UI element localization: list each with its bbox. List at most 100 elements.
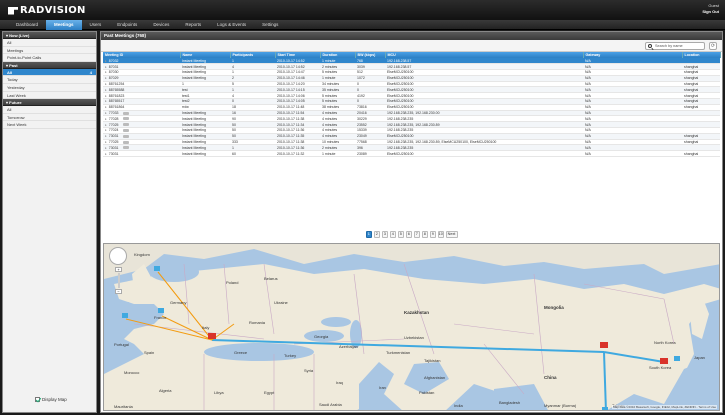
expand-icon[interactable]: ▸ <box>105 76 107 80</box>
expand-icon[interactable]: ▸ <box>105 117 107 121</box>
expand-icon[interactable]: ▸ <box>105 152 107 156</box>
search-placeholder: Search by name <box>655 44 683 48</box>
expand-icon[interactable]: ▸ <box>105 105 107 109</box>
zoom-in-button[interactable]: + <box>115 267 122 272</box>
sidebar-item-future-tomorrow[interactable]: Tomorrow <box>3 114 96 122</box>
meeting-id: 77028 <box>108 116 119 121</box>
sidebar-section-future[interactable]: ▾ Future <box>3 99 96 107</box>
logo-icon <box>8 6 18 15</box>
tab-dashboard[interactable]: Dashboard <box>8 20 46 30</box>
zoom-out-button[interactable]: − <box>115 289 122 294</box>
table-cell: 1 minute <box>320 150 355 158</box>
tab-users[interactable]: Users <box>82 20 110 30</box>
tab-reports[interactable]: Reports <box>177 20 209 30</box>
map-label-france: France <box>154 315 167 320</box>
table-cell: ▸ 73031 <box>103 150 180 158</box>
sidebar-item-future-nextweek[interactable]: Next Week <box>3 121 96 129</box>
expand-icon[interactable]: ▸ <box>105 140 107 144</box>
refresh-button[interactable]: ⟳ <box>709 42 717 50</box>
expand-icon[interactable]: ▸ <box>105 59 107 63</box>
zoom-slider[interactable] <box>118 273 120 288</box>
map-canvas: Poland Belarus Germany Ukraine France Ro… <box>104 244 719 410</box>
map-label-morocco: Morocco <box>124 370 140 375</box>
expand-icon[interactable]: ▸ <box>105 134 107 138</box>
tab-logs-events[interactable]: Logs & Events <box>209 20 254 30</box>
table-cell: 23089 <box>355 150 385 158</box>
pan-control-icon[interactable] <box>109 247 127 265</box>
recording-icon <box>122 117 129 121</box>
map-label-mongolia: Mongolia <box>544 305 564 310</box>
tab-devices[interactable]: Devices <box>145 20 177 30</box>
page-button[interactable]: 4 <box>389 231 396 238</box>
map-label-greece: Greece <box>234 350 248 355</box>
app-window: RADVISION Guest Sign Out Dashboard Meeti… <box>0 0 725 415</box>
meeting-id: 77033 <box>108 111 119 116</box>
map-label-kazakhstan: Kazakhstan <box>404 310 429 315</box>
next-page-button[interactable]: Next <box>445 231 458 238</box>
sidebar-item-past-yesterday[interactable]: Yesterday <box>3 84 96 92</box>
page-button[interactable]: 8 <box>421 231 428 238</box>
meeting-id: 77024 <box>108 128 119 133</box>
map-label-mauritania: Mauritania <box>114 404 133 409</box>
expand-icon[interactable]: ▸ <box>105 128 107 132</box>
table-cell: 2010-10-17 11:32 <box>275 150 320 158</box>
expand-icon[interactable]: ▸ <box>105 82 107 86</box>
sidebar-item-now-p2p[interactable]: Point-to-Point Calls <box>3 54 96 62</box>
map-label-germany: Germany <box>170 300 186 305</box>
sidebar-section-past[interactable]: ▾ Past <box>3 61 96 69</box>
search-icon <box>648 44 652 48</box>
expand-icon[interactable]: ▸ <box>105 88 107 92</box>
map-copyright: Map data ©2010 Basarsoft, Google, INEGI,… <box>611 405 717 409</box>
sidebar-item-now-meetings[interactable]: Meetings <box>3 47 96 55</box>
checkbox-icon[interactable] <box>35 397 40 402</box>
page-button[interactable]: 6 <box>405 231 412 238</box>
page-button[interactable]: 10 <box>437 231 444 238</box>
signout-link[interactable]: Sign Out <box>702 9 719 15</box>
display-map-label: Display Map <box>42 397 67 402</box>
expand-icon[interactable]: ▸ <box>105 99 107 103</box>
tab-settings[interactable]: Settings <box>254 20 286 30</box>
page-button[interactable]: 3 <box>381 231 388 238</box>
sidebar-section-now[interactable]: ▾ Now (Live) <box>3 32 96 39</box>
tab-meetings[interactable]: Meetings <box>46 20 82 30</box>
page-button[interactable]: 1 <box>365 231 372 238</box>
map-label-iraq: Iraq <box>336 380 343 385</box>
map-label-saudi-arabia: Saudi Arabia <box>319 402 342 407</box>
sidebar-item-future-all[interactable]: All <box>3 106 96 114</box>
section-title: Future <box>9 100 22 106</box>
tab-endpoints[interactable]: Endpoints <box>109 20 145 30</box>
expand-icon[interactable]: ▸ <box>105 123 107 127</box>
sidebar-item-past-today[interactable]: Today <box>3 76 96 84</box>
meeting-map[interactable]: Poland Belarus Germany Ukraine France Ro… <box>103 243 720 411</box>
meeting-id: 88765517 <box>108 99 125 104</box>
header: RADVISION Guest Sign Out <box>0 0 725 20</box>
map-label-myanmar: Myanmar (Burma) <box>544 403 577 408</box>
map-label-egypt: Egypt <box>264 390 275 395</box>
expand-icon[interactable]: ▸ <box>105 146 107 150</box>
page-button[interactable]: 7 <box>413 231 420 238</box>
expand-icon[interactable]: ▸ <box>105 94 107 98</box>
expand-icon[interactable]: ▸ <box>105 70 107 74</box>
map-label-algeria: Algeria <box>159 388 172 393</box>
sidebar-item-past-lastweek[interactable]: Last Week <box>3 92 96 100</box>
page-button[interactable]: 2 <box>373 231 380 238</box>
display-map-toggle[interactable]: Display Map <box>35 397 67 402</box>
map-zoom-control[interactable]: + − <box>109 247 131 294</box>
search-input[interactable]: Search by name <box>645 42 705 50</box>
recording-icon <box>122 140 129 144</box>
toolbar: Search by name ⟳ <box>101 40 722 52</box>
main-panel: Past Meetings (768) Search by name ⟳ Mee… <box>100 31 723 413</box>
meeting-id: 88761864 <box>108 105 125 110</box>
map-label-north-korea: North Korea <box>654 340 676 345</box>
table-cell: shanghai <box>682 150 720 158</box>
table-row[interactable]: ▸ 73031 Instant Meeting 60 2010-10-17 11:32 1… <box>103 150 720 158</box>
map-label-turkmenistan: Turkmenistan <box>386 350 410 355</box>
radvision-logo: RADVISION <box>8 5 86 16</box>
sidebar-item-past-all[interactable]: All 4 <box>3 68 96 77</box>
page-button[interactable]: 9 <box>429 231 436 238</box>
expand-icon[interactable]: ▸ <box>105 111 107 115</box>
table-cell: Instant Meeting <box>180 150 230 158</box>
expand-icon[interactable]: ▸ <box>105 65 107 69</box>
sidebar-item-now-all[interactable]: All <box>3 39 96 47</box>
page-button[interactable]: 5 <box>397 231 404 238</box>
